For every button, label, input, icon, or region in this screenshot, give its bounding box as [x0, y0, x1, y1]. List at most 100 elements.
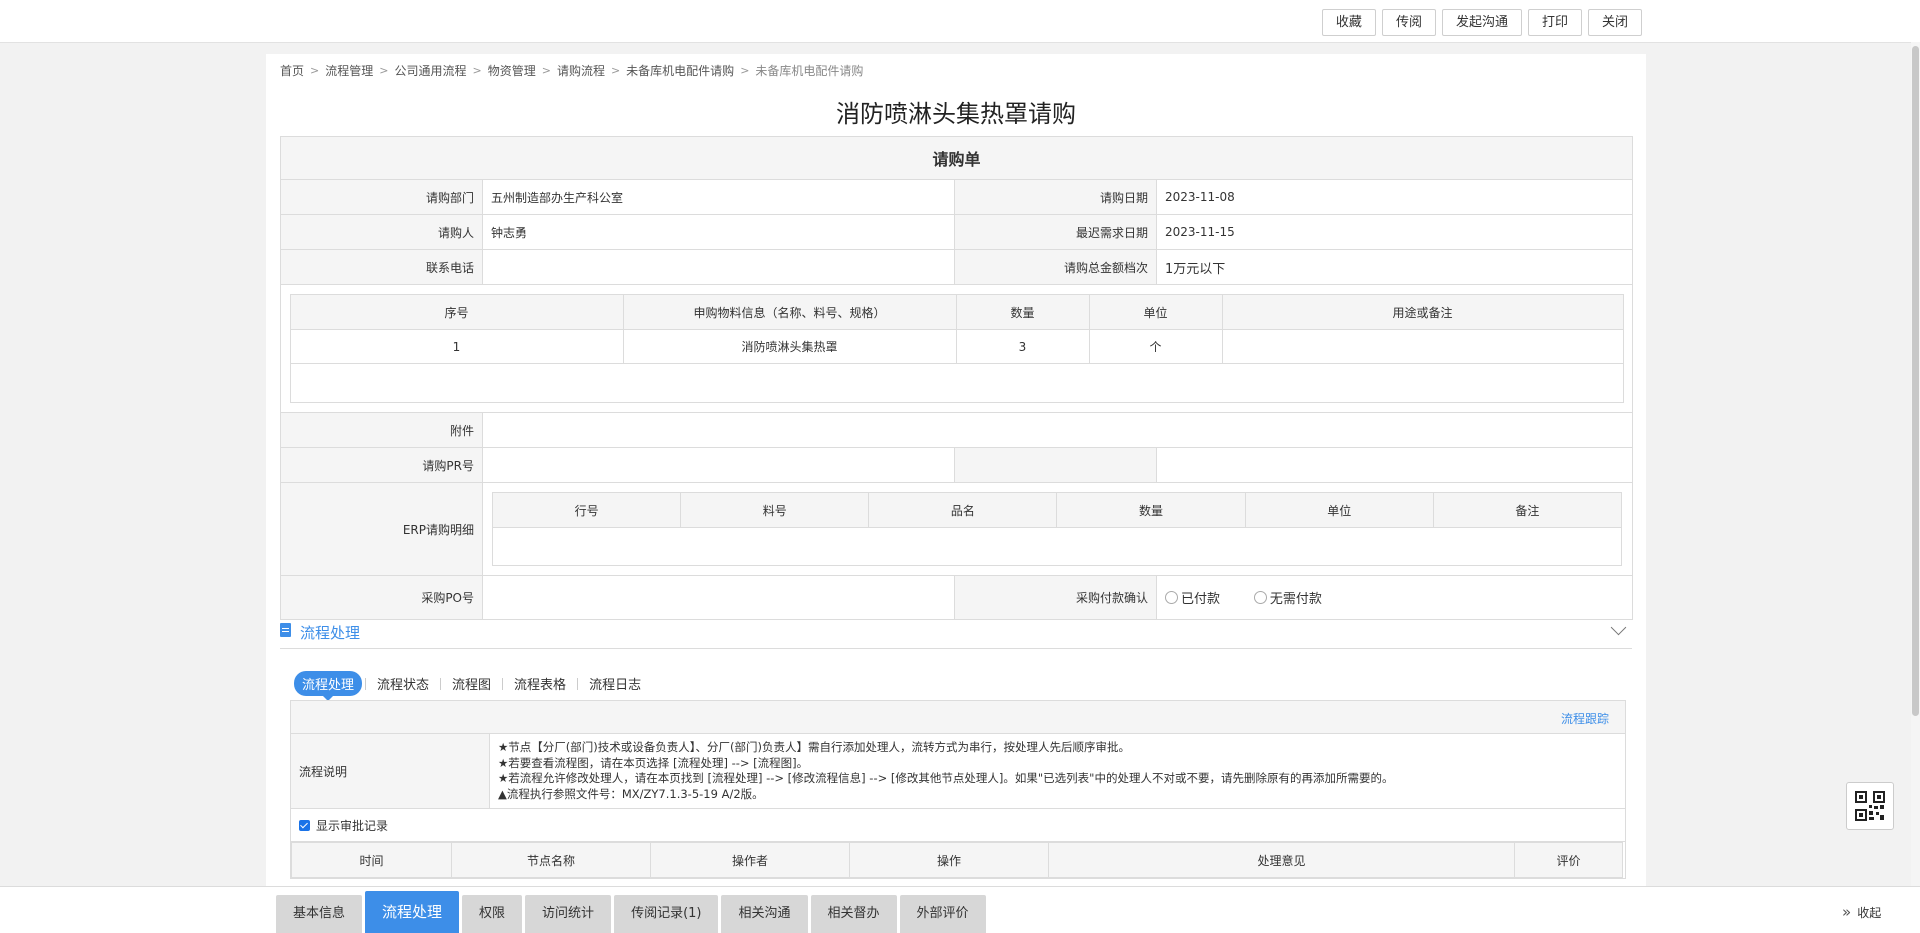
desc-label: 流程说明 [291, 734, 490, 808]
form-heading: 请购单 [279, 136, 1634, 180]
tab-visit-stats[interactable]: 访问统计 [525, 895, 612, 933]
tab-related-communication[interactable]: 相关沟通 [721, 895, 808, 933]
items-header-remark: 用途或备注 [1221, 294, 1624, 330]
items-header-no: 序号 [289, 294, 624, 330]
double-chevron-right-icon: » [1842, 903, 1852, 921]
log-header-time: 时间 [291, 842, 452, 878]
radio-circle[interactable] [1253, 591, 1267, 604]
date-label: 请购日期 [954, 179, 1157, 215]
pr-label: 请购PR号 [280, 447, 483, 483]
erp-cell: 行号 料号 品名 数量 单位 备注 [481, 482, 1634, 576]
tab-basic-info[interactable]: 基本信息 [276, 895, 363, 933]
need-date-label: 最迟需求日期 [954, 214, 1157, 250]
pay-option-paid[interactable]: 已付款 [1165, 588, 1220, 607]
top-toolbar: 收藏 传阅 发起沟通 打印 关闭 [0, 0, 1920, 43]
desc-line: ▲流程执行参照文件号：MX/ZY7.1.3-5-19 A/2版。 [498, 786, 764, 801]
qr-code-graphic [1855, 791, 1885, 821]
tab-divider [577, 677, 579, 690]
erp-header-remark: 备注 [1432, 492, 1623, 528]
page-content: 首页 > 流程管理 > 公司通用流程 > 物资管理 > 请购流程 > 未备库机电配件请购 >… [266, 54, 1646, 886]
amount-label: 请购总金额档次 [954, 249, 1157, 285]
breadcrumb-sep: > [379, 64, 389, 77]
pay-option-paid-label: 已付款 [1181, 592, 1221, 607]
erp-header-partno: 料号 [680, 492, 870, 528]
breadcrumb-category[interactable]: 未备库机电配件请购 [626, 62, 734, 79]
page-title: 消防喷淋头集热罩请购 [836, 100, 1076, 128]
desc-text: ★节点【分厂(部门)技术或设备负责人】、分厂(部门)负责人】需自行添加处理人，流… [490, 734, 1401, 808]
items-cell: 序号 申购物料信息（名称、料号、规格） 数量 单位 用途或备注 1 消防喷淋头集… [279, 284, 1634, 413]
phone-label: 联系电话 [280, 249, 483, 285]
date-value: 2023-11-08 [1155, 179, 1634, 215]
show-records-label: 显示审批记录 [316, 818, 389, 833]
trace-bar: 流程跟踪 [291, 701, 1625, 734]
tab-process-log[interactable]: 流程日志 [581, 671, 649, 696]
print-button[interactable]: 打印 [1527, 9, 1582, 36]
bottom-tab-bar: 基本信息 流程处理 权限 访问统计 传阅记录(1) 相关沟通 相关督办 外部评价… [0, 886, 1920, 933]
favorite-button[interactable]: 收藏 [1321, 9, 1376, 36]
breadcrumb-sep: > [541, 64, 551, 77]
tab-process-chart[interactable]: 流程图 [444, 671, 499, 696]
erp-header-line: 行号 [491, 492, 682, 528]
attach-label: 附件 [280, 412, 483, 448]
process-section-header[interactable]: 流程处理 [280, 614, 1632, 649]
circulate-button[interactable]: 传阅 [1381, 9, 1436, 36]
pay-option-none[interactable]: 无需付款 [1253, 588, 1322, 607]
qr-code-icon[interactable] [1846, 782, 1894, 830]
toolbar-buttons: 收藏 传阅 发起沟通 打印 关闭 [1321, 9, 1642, 36]
breadcrumb: 首页 > 流程管理 > 公司通用流程 > 物资管理 > 请购流程 > 未备库机电配件请购 >… [280, 62, 863, 79]
item-unit: 个 [1088, 329, 1223, 364]
tab-process-table[interactable]: 流程表格 [506, 671, 574, 696]
po-label: 采购PO号 [280, 575, 483, 620]
start-communication-button[interactable]: 发起沟通 [1441, 9, 1522, 36]
dept-label: 请购部门 [280, 179, 483, 215]
show-records-row[interactable]: 显示审批记录 [291, 809, 1625, 842]
tab-process-handle[interactable]: 流程处理 [294, 671, 363, 701]
tab-permissions[interactable]: 权限 [462, 895, 523, 933]
items-empty-row [289, 363, 1624, 403]
tab-process[interactable]: 流程处理 [365, 891, 460, 933]
chevron-down-icon[interactable] [1610, 619, 1627, 636]
tab-circulation-records[interactable]: 传阅记录(1) [614, 895, 719, 933]
breadcrumb-home[interactable]: 首页 [280, 62, 304, 79]
items-header-unit: 单位 [1088, 294, 1223, 330]
erp-header-qty: 数量 [1056, 492, 1246, 528]
pay-options: 已付款 无需付款 [1155, 575, 1634, 620]
show-records-checkbox[interactable] [299, 819, 310, 831]
page-scrollbar[interactable] [1911, 42, 1920, 886]
breadcrumb-purchase-process[interactable]: 请购流程 [557, 62, 605, 79]
process-tabs: 流程处理 流程状态 流程图 流程表格 流程日志 [294, 671, 649, 701]
tab-external-review[interactable]: 外部评价 [899, 895, 986, 933]
tab-related-supervision[interactable]: 相关督办 [810, 895, 897, 933]
person-label: 请购人 [280, 214, 483, 250]
item-no: 1 [289, 329, 624, 364]
bottom-tabs: 基本信息 流程处理 权限 访问统计 传阅记录(1) 相关沟通 相关督办 外部评价 [276, 891, 986, 933]
breadcrumb-general-process[interactable]: 公司通用流程 [394, 62, 466, 79]
collapse-button[interactable]: » 收起 [1842, 903, 1881, 921]
erp-header-unit: 单位 [1244, 492, 1434, 528]
person-value: 钟志勇 [482, 214, 955, 250]
attach-value[interactable] [481, 412, 1634, 448]
process-trace-link[interactable]: 流程跟踪 [1561, 710, 1609, 727]
breadcrumb-process-mgmt[interactable]: 流程管理 [325, 62, 373, 79]
need-date-value: 2023-11-15 [1155, 214, 1634, 250]
breadcrumb-sep: > [472, 64, 482, 77]
phone-value [482, 249, 955, 285]
item-qty: 3 [955, 329, 1090, 364]
radio-circle[interactable] [1165, 591, 1178, 604]
process-section-title: 流程处理 [300, 624, 361, 642]
close-button[interactable]: 关闭 [1587, 9, 1642, 36]
document-icon [280, 623, 291, 637]
log-header-action: 操作 [849, 842, 1049, 878]
log-header-opinion: 处理意见 [1048, 842, 1515, 878]
approval-log-table: 时间 节点名称 操作者 操作 处理意见 评价 [291, 842, 1623, 878]
log-header-operator: 操作者 [650, 842, 850, 878]
erp-header-name: 品名 [868, 492, 1058, 528]
erp-table: 行号 料号 品名 数量 单位 备注 [491, 492, 1623, 566]
breadcrumb-material-mgmt[interactable]: 物资管理 [488, 62, 536, 79]
pay-label: 采购付款确认 [954, 575, 1157, 620]
scrollbar-thumb[interactable] [1912, 46, 1919, 716]
pr-value[interactable] [482, 447, 955, 483]
tab-process-status[interactable]: 流程状态 [369, 671, 437, 696]
breadcrumb-current: 未备库机电配件请购 [755, 64, 864, 78]
po-value[interactable] [482, 575, 955, 620]
